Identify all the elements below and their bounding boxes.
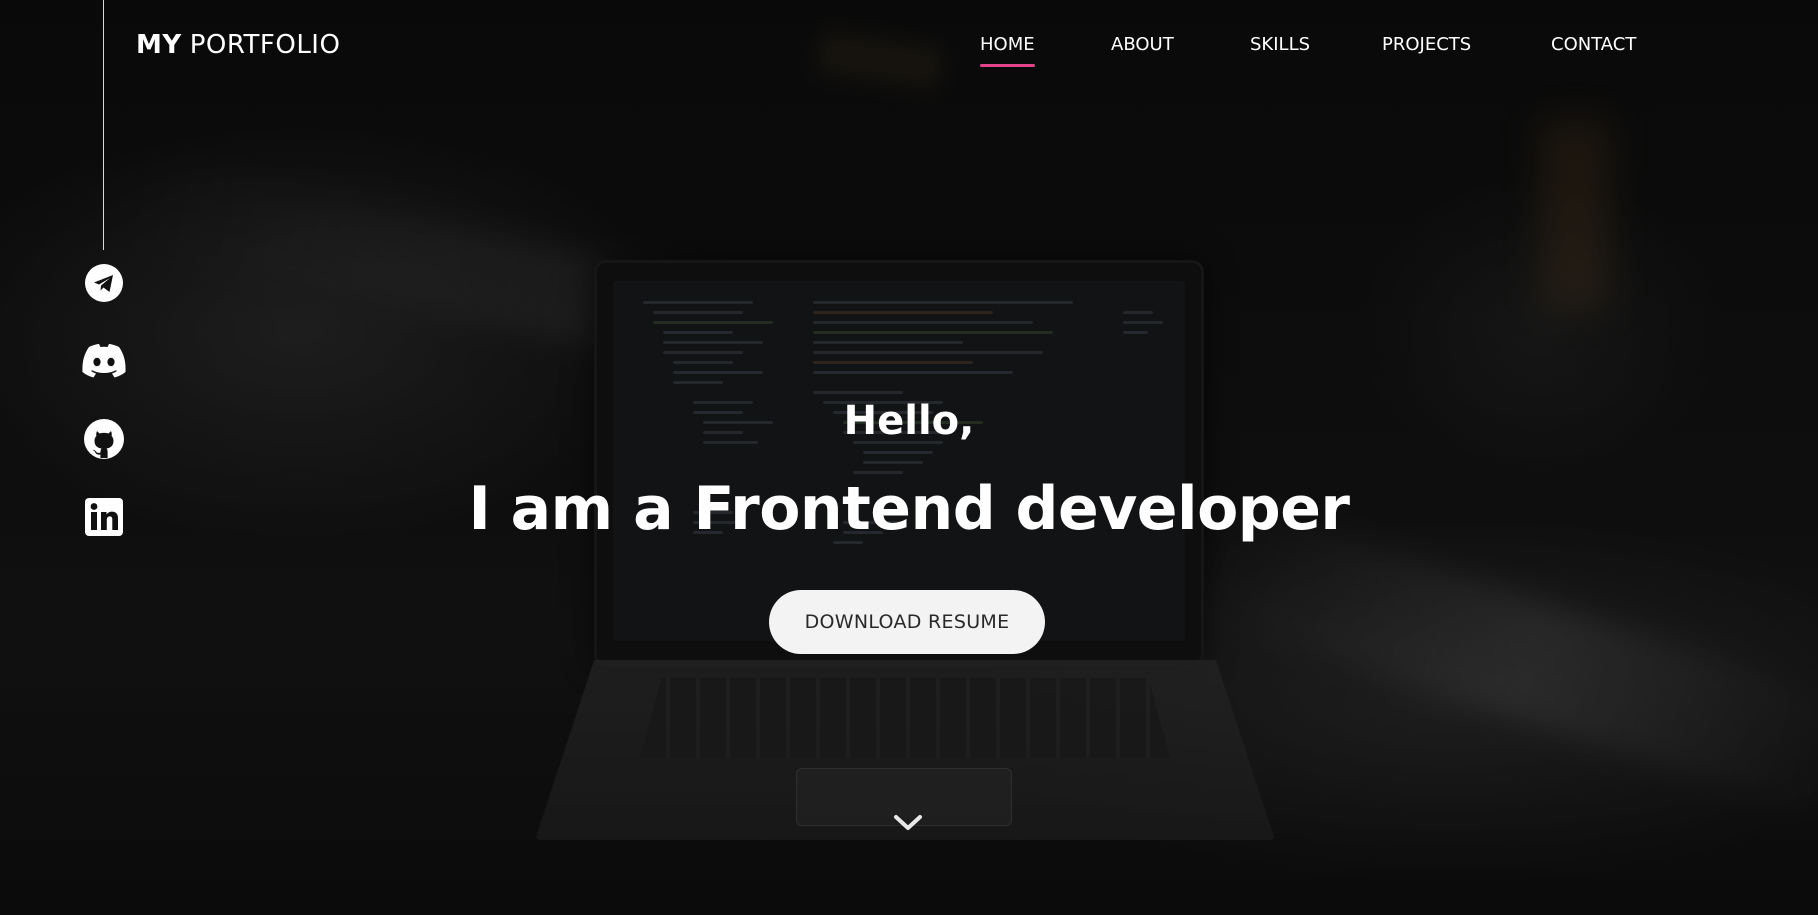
download-resume-button[interactable]: DOWNLOAD RESUME — [769, 590, 1045, 654]
hero-headline: I am a Frontend developer — [468, 474, 1350, 544]
nav-link-contact[interactable]: CONTACT — [1551, 34, 1636, 55]
hero-section: MY PORTFOLIO HOME ABOUT SKILLS PROJECTS C… — [0, 0, 1818, 915]
brand-light-text: PORTFOLIO — [189, 30, 341, 60]
nav-link-home[interactable]: HOME — [980, 34, 1035, 67]
scroll-down-button[interactable] — [891, 806, 925, 840]
discord-icon — [80, 342, 128, 380]
chevron-down-icon — [891, 815, 925, 844]
vertical-divider-line — [103, 0, 104, 250]
dark-overlay — [0, 0, 1818, 915]
brand-bold-text: MY — [136, 30, 182, 60]
social-link-telegram[interactable] — [80, 259, 128, 307]
nav-link-skills[interactable]: SKILLS — [1250, 34, 1310, 55]
telegram-icon — [84, 263, 124, 303]
social-link-discord[interactable] — [80, 337, 128, 385]
nav-link-projects[interactable]: PROJECTS — [1382, 34, 1471, 55]
hero-greeting: Hello, — [843, 398, 975, 444]
brand-logo[interactable]: MY PORTFOLIO — [136, 30, 340, 60]
nav-link-about[interactable]: ABOUT — [1111, 34, 1174, 55]
navbar: MY PORTFOLIO HOME ABOUT SKILLS PROJECTS C… — [0, 0, 1818, 92]
